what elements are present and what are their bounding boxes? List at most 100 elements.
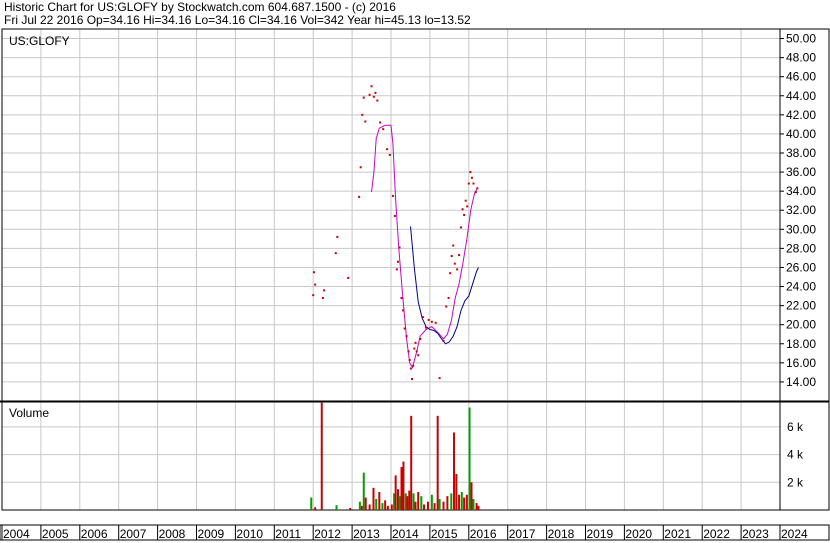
volume-bar [414,501,417,510]
price-tick-label: 26.00 [786,260,816,274]
price-point [374,91,377,94]
price-point [334,252,337,255]
price-point [359,166,362,169]
volume-bar [398,496,401,510]
price-point [445,305,448,308]
price-tick-label: 40.00 [786,127,816,141]
price-point [427,318,430,321]
price-point [458,254,461,257]
year-tick-label: 2010 [236,527,263,541]
year-tick-label: 2013 [353,527,380,541]
price-tick-label: 48.00 [786,51,816,65]
price-point [464,199,467,202]
volume-bar [410,415,413,510]
price-point [314,283,317,286]
price-point [364,120,367,123]
volume-bar [381,503,384,510]
price-tick-label: 22.00 [786,299,816,313]
price-point [362,96,365,99]
volume-bar [320,402,323,510]
price-point [323,289,326,292]
volume-bar [420,496,423,510]
volume-bar [423,504,426,510]
price-point [413,347,416,350]
price-point [476,187,479,190]
price-tick-label: 44.00 [786,89,816,103]
price-point [397,260,400,263]
year-tick-label: 2008 [159,527,186,541]
price-point [361,113,364,116]
volume-bar [408,490,411,510]
price-point [414,341,417,344]
volume-panel-title: Volume [9,406,49,420]
year-tick-label: 2009 [198,527,225,541]
volume-bar [406,496,409,510]
price-point [419,338,422,340]
price-point [460,226,463,229]
price-point [466,205,469,208]
price-panel-title: US:GLOFY [9,34,70,48]
volume-bar [314,507,317,510]
price-point [393,214,396,217]
price-point [347,276,350,279]
year-tick-label: 2017 [509,527,536,541]
volume-bar [349,507,352,510]
price-point [449,272,452,275]
price-point [376,99,379,102]
volume-bar [465,494,468,510]
price-tick-label: 46.00 [786,70,816,84]
price-tick-label: 28.00 [786,241,816,255]
volume-bar [386,505,389,510]
price-point [391,194,394,197]
price-point [447,296,450,299]
year-tick-label: 2024 [781,527,808,541]
price-tick-label: 38.00 [786,146,816,160]
price-point [474,191,477,194]
year-tick-label: 2011 [275,527,301,541]
price-tick-label: 42.00 [786,108,816,122]
price-point [467,182,470,185]
price-tick-label: 32.00 [786,203,816,217]
price-tick-label: 50.00 [786,32,816,46]
volume-bar [463,497,466,510]
price-tick-label: 20.00 [786,318,816,332]
volume-bar [412,493,415,510]
volume-bar [400,467,403,510]
historic-chart: 14.00 16.00 18.00 20.00 22.00 24.00 26.00 28.00… [0,28,830,541]
year-tick-label: 2006 [81,527,108,541]
volume-bar [402,461,405,510]
price-point [469,171,472,174]
volume-bar [310,497,313,510]
volume-bar [358,501,361,510]
volume-bar [438,498,441,510]
price-point [453,262,456,265]
year-tick-label: 2022 [703,527,730,541]
price-point [400,296,403,299]
volume-bar [446,496,449,510]
price-panel-frame [1,28,830,402]
price-point [409,367,412,370]
year-tick-label: 2005 [42,527,69,541]
year-tick-label: 2007 [120,527,147,541]
volume-bar [477,505,480,510]
volume-panel-frame [1,401,830,511]
price-point [421,316,424,319]
volume-bar [335,505,338,510]
volume-bar [372,487,375,510]
price-point [434,321,437,324]
volume-bar [460,492,463,510]
price-point [388,153,391,156]
volume-bar [453,432,456,510]
year-tick-label: 2014 [392,527,419,541]
volume-bar [455,474,458,510]
year-tick-label: 2004 [3,527,30,541]
price-tick-label: 36.00 [786,165,816,179]
price-point [472,182,475,185]
price-point [386,148,389,151]
price-point [456,268,459,271]
moving-average-fast-line [371,124,478,369]
volume-tick-label: 6 k [787,420,804,434]
year-tick-label: 2018 [548,527,575,541]
price-point [417,354,420,357]
price-point [461,208,464,211]
